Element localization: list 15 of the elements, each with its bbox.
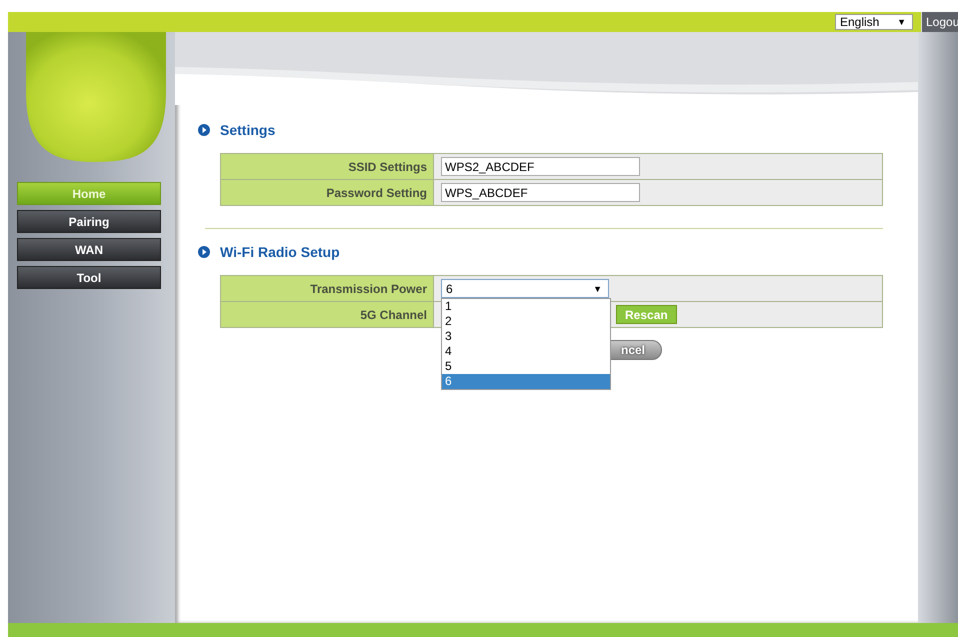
section-title: Wi-Fi Radio Setup [220,244,340,260]
text-field[interactable]: WPS2_ABCDEF [441,157,640,176]
section-title: Settings [220,122,276,138]
text-field[interactable]: WPS_ABCDEF [441,183,640,202]
nav-item[interactable]: Tool [17,266,161,289]
field-label: SSID Settings [221,154,434,179]
field-label: 5G Channel [221,302,434,327]
bullet-icon [198,124,210,136]
field-label: Password Setting [221,180,434,205]
language-select[interactable]: English ▼ [835,14,913,30]
nav-item[interactable]: WAN [17,238,161,261]
nav-item[interactable]: Pairing [17,210,161,233]
bullet-icon [198,246,210,258]
dropdown-option[interactable]: 6 [442,374,610,389]
field-label: Transmission Power [221,276,434,301]
